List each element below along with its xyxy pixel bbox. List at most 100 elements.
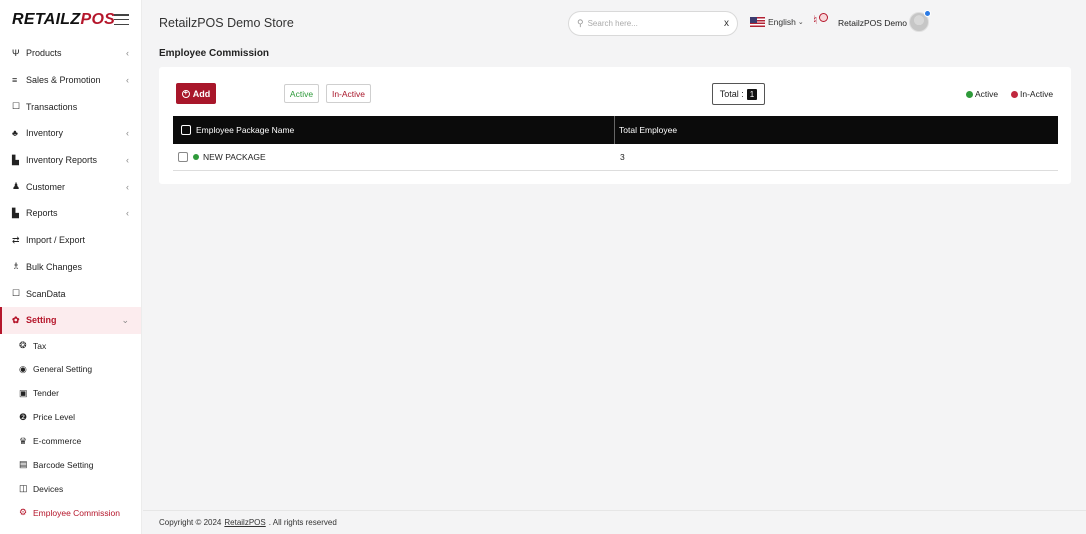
table-body: NEW PACKAGE 3 (173, 144, 1058, 171)
sidebar-item-scandata[interactable]: ☐ ScanData (0, 280, 141, 307)
devices-icon: ◫ (19, 483, 28, 494)
total-count-badge: 1 (746, 88, 758, 100)
sidebar-item-label: Inventory Reports (26, 155, 98, 166)
content-card: + Add Active In-Active Total : 1 Active … (159, 67, 1071, 184)
dollar-icon: ❷ (19, 411, 28, 422)
notification-dot (819, 13, 828, 22)
submenu-item-label: Employee Commission (33, 507, 120, 518)
list-icon: ≡ (12, 75, 18, 86)
notification-bell-icon[interactable]: ♮ (813, 13, 831, 31)
filter-active-button[interactable]: Active (284, 84, 319, 103)
transfer-icon: ⇄ (12, 234, 20, 245)
sidebar-item-label: Setting (26, 315, 57, 326)
money-icon: ▣ (19, 387, 28, 398)
legend-inactive: In-Active (1011, 89, 1053, 99)
chevron-down-icon: ⌄ (797, 19, 804, 26)
submenu-item-label: Price Level (33, 412, 76, 423)
chevron-icon: ‹ (126, 75, 129, 86)
us-flag-icon (750, 17, 765, 27)
user-icon: ♟ (12, 181, 21, 192)
search-input[interactable] (587, 19, 724, 28)
select-all-checkbox[interactable] (181, 125, 191, 135)
avatar[interactable] (909, 10, 931, 32)
file-icon: ▙ (12, 154, 19, 165)
tax-icon: ❂ (19, 340, 27, 350)
cell-total-employee: 3 (620, 152, 625, 162)
submenu-item-label: General Setting (33, 364, 93, 375)
hamburger-menu-icon[interactable] (114, 14, 129, 25)
window-icon: ☐ (12, 101, 21, 112)
brand: RETAILZPOS (0, 0, 141, 40)
submenu-item-tender[interactable]: ▣ Tender (0, 381, 141, 405)
submenu-item-label: Tax (33, 340, 47, 351)
utensils-icon: Ψ (12, 48, 20, 59)
sidebar-item-label: Products (26, 48, 62, 59)
sidebar-item-products[interactable]: Ψ Products ‹ (0, 40, 141, 67)
submenu-item-label: Tender (33, 388, 59, 399)
footer-link[interactable]: RetailzPOS (224, 518, 265, 527)
sidebar-item-label: Customer (26, 181, 66, 192)
barcode-icon: ▤ (19, 459, 28, 470)
language-label: English (768, 17, 796, 27)
gear-icon: ✿ (12, 314, 20, 325)
page-title: Employee Commission (159, 48, 270, 59)
chevron-icon: ‹ (126, 208, 129, 219)
online-status-dot (924, 10, 931, 17)
chevron-icon: ‹ (126, 155, 129, 166)
sidebar-item-bulk-changes[interactable]: ♗ Bulk Changes (0, 254, 141, 281)
sidebar-item-label: Import / Export (26, 235, 86, 246)
store-name: RetailzPOS Demo Store (159, 16, 294, 30)
active-status-dot (966, 90, 973, 98)
submenu-item-price-level[interactable]: ❷ Price Level (0, 405, 141, 429)
basket-icon: ♛ (19, 435, 28, 446)
report-icon: ▙ (12, 207, 19, 218)
user-name[interactable]: RetailzPOS Demo (838, 18, 907, 28)
sidebar-item-inventory[interactable]: ♣ Inventory ‹ (0, 120, 141, 147)
cell-package-name: NEW PACKAGE (173, 152, 615, 162)
chevron-icon: ‹ (126, 128, 129, 139)
sidebar-item-sales-promotion[interactable]: ≡ Sales & Promotion ‹ (0, 67, 141, 94)
filter-inactive-button[interactable]: In-Active (326, 84, 371, 103)
submenu-item-general-setting[interactable]: ◉ General Setting (0, 357, 141, 381)
sidebar-item-label: Transactions (26, 101, 78, 112)
submenu-item-barcode-setting[interactable]: ▤ Barcode Setting (0, 453, 141, 477)
row-checkbox[interactable] (178, 152, 188, 162)
submenu-item-e-commerce[interactable]: ♛ E-commerce (0, 429, 141, 453)
submenu-item-devices[interactable]: ◫ Devices (0, 477, 141, 501)
sidebar: RETAILZPOS Ψ Products ‹ ≡ Sales & Promotion ‹… (0, 0, 142, 534)
footer: Copyright © 2024 RetailzPOS . All rights… (143, 510, 1086, 534)
sidebar-item-inventory-reports[interactable]: ▙ Inventory Reports ‹ (0, 147, 141, 174)
active-status-dot (193, 154, 199, 160)
table-row[interactable]: NEW PACKAGE 3 (173, 144, 1058, 171)
target-icon: ◉ (19, 363, 27, 374)
sidebar-item-setting[interactable]: ✿ Setting ⌄ (0, 306, 141, 334)
add-button[interactable]: + Add (176, 83, 216, 104)
column-header-package-name: Employee Package Name (173, 116, 615, 144)
submenu-item-employee-commission[interactable]: ⚙ Employee Commission (0, 501, 141, 525)
window-icon: ☐ (12, 288, 21, 299)
column-header-total-employee: Total Employee (619, 125, 678, 135)
submenu-item-label: E-commerce (33, 436, 82, 447)
legend-active: Active (966, 89, 998, 99)
gear-outline-icon: ⚙ (19, 507, 28, 518)
clear-search-icon[interactable]: x (724, 18, 729, 29)
sidebar-item-transactions[interactable]: ☐ Transactions (0, 93, 141, 120)
sidebar-item-label: Reports (26, 208, 58, 219)
submenu-item-tax[interactable]: ❂ Tax (0, 334, 141, 358)
sidebar-item-label: ScanData (26, 288, 66, 299)
submenu-item-label: Devices (33, 483, 64, 494)
chevron-icon: ⌄ (121, 314, 129, 325)
sidebar-item-customer[interactable]: ♟ Customer ‹ (0, 173, 141, 200)
submenu-item-label: Barcode Setting (33, 459, 94, 470)
language-selector[interactable]: English ⌄ (750, 17, 804, 27)
table-header: Employee Package Name Total Employee (173, 116, 1058, 144)
commission-table: Employee Package Name Total Employee NEW… (173, 116, 1058, 171)
cubes-icon: ♣ (12, 128, 18, 139)
sidebar-item-label: Inventory (26, 128, 64, 139)
setting-submenu: ❂ Tax ◉ General Setting ▣ Tender ❷ Price Level ♛… (0, 334, 141, 525)
logo[interactable]: RETAILZPOS (12, 11, 115, 29)
sidebar-item-reports[interactable]: ▙ Reports ‹ (0, 200, 141, 227)
sidebar-item-import-export[interactable]: ⇄ Import / Export (0, 227, 141, 254)
search-box[interactable]: ⚲ x (568, 11, 738, 36)
sidebar-menu: Ψ Products ‹ ≡ Sales & Promotion ‹ ☐ Transactio… (0, 40, 141, 334)
